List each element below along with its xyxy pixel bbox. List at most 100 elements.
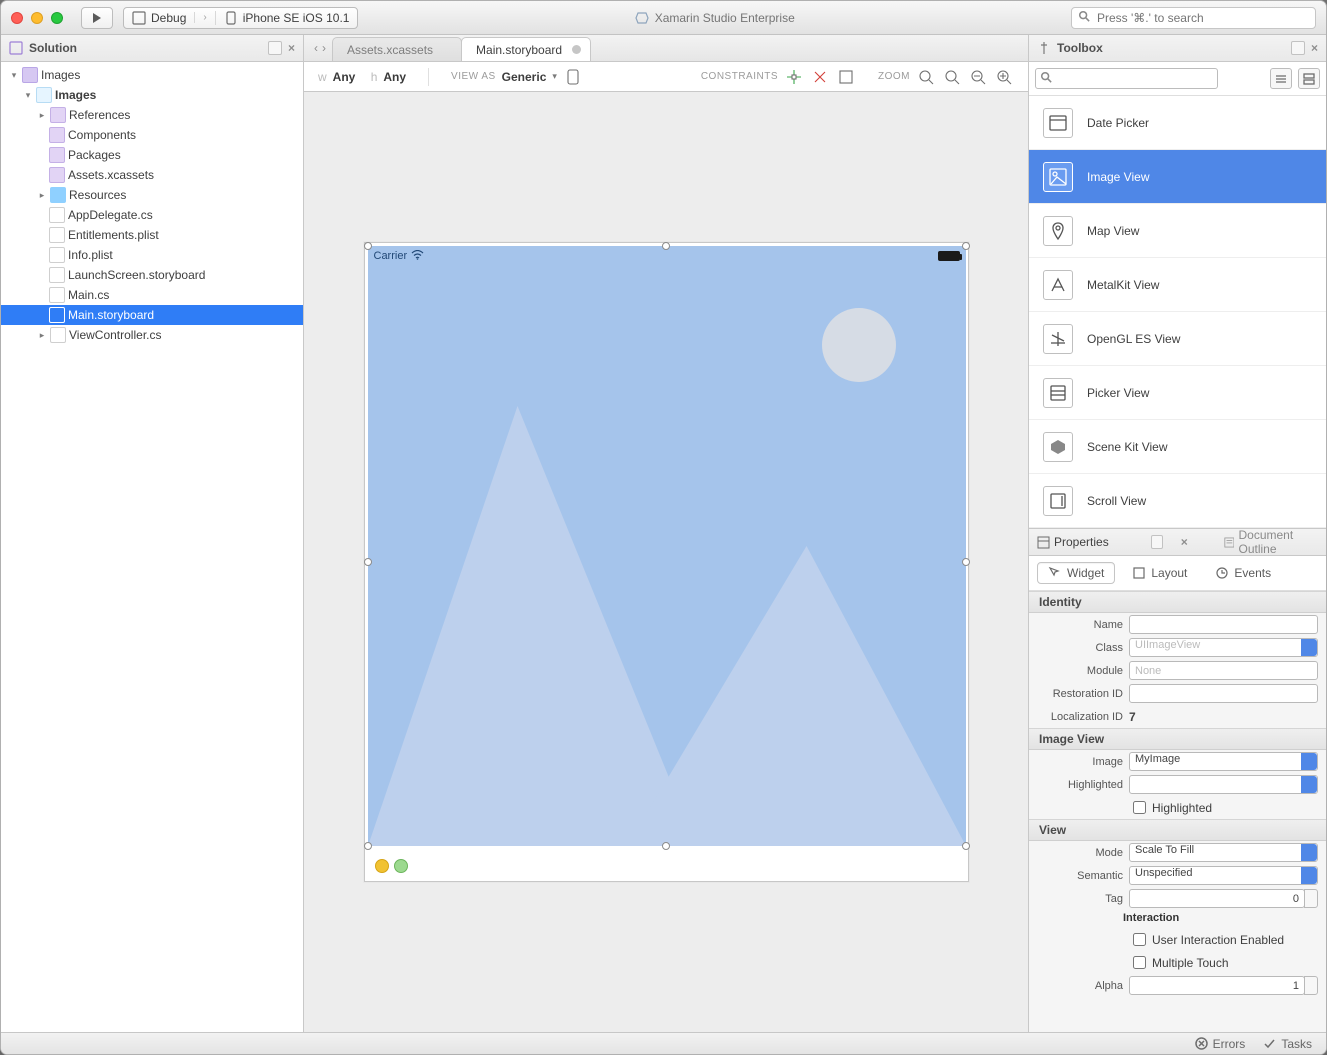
tasks-button[interactable]: Tasks [1263,1037,1312,1051]
tree-project[interactable]: ▾ Images [1,85,303,105]
image-view-section: Image View [1029,728,1326,750]
minimize-window-button[interactable] [31,12,43,24]
image-select[interactable]: MyImage [1129,752,1318,771]
size-class[interactable]: wAny hAny [318,70,406,84]
assets-icon [49,167,65,183]
semantic-select[interactable]: Unspecified [1129,866,1318,885]
mode-select[interactable]: Scale To Fill [1129,843,1318,862]
add-constraints-icon[interactable] [784,67,804,87]
forward-button[interactable]: › [322,41,326,55]
autohide-button[interactable] [1151,535,1163,549]
first-responder-icon[interactable] [375,859,389,873]
class-select[interactable]: UIImageView [1129,638,1318,657]
file-icon [49,207,65,223]
alpha-stepper[interactable] [1304,976,1318,995]
close-pad-button[interactable]: × [1311,41,1318,55]
zoom-in-icon[interactable] [994,67,1014,87]
tree-file[interactable]: Entitlements.plist [1,225,303,245]
close-pad-button[interactable]: × [288,41,295,55]
file-icon [49,307,65,323]
folder-icon [50,187,66,203]
widget-tab[interactable]: Widget [1037,562,1115,584]
tag-stepper[interactable] [1304,889,1318,908]
tree-file[interactable]: LaunchScreen.storyboard [1,265,303,285]
back-button[interactable]: ‹ [314,41,318,55]
tab-assets[interactable]: Assets.xcassets [332,37,462,61]
editor-area: ‹ › Assets.xcassets Main.storyboard wAny… [304,35,1028,1032]
tree-file[interactable]: Main.cs [1,285,303,305]
global-search-input[interactable] [1095,10,1309,26]
toolbox-item-scenekit-view[interactable]: Scene Kit View [1029,420,1326,474]
chevron-down-icon: ▾ [552,71,557,82]
autohide-button[interactable] [268,41,282,55]
toolbox-item-metalkit-view[interactable]: MetalKit View [1029,258,1326,312]
run-configuration[interactable]: Debug › iPhone SE iOS 10.1 [123,7,358,29]
highlighted-checkbox[interactable] [1133,801,1146,814]
solution-node-icon [22,67,38,83]
toolbox-item-scroll-view[interactable]: Scroll View [1029,474,1326,528]
toolbox-search-input[interactable] [1035,68,1218,89]
tree-components[interactable]: Components [1,125,303,145]
tree-solution[interactable]: ▾ Images [1,65,303,85]
tree-file-selected[interactable]: Main.storyboard [1,305,303,325]
localization-id-value: 7 [1129,710,1318,724]
close-pad-button[interactable]: × [1181,535,1188,549]
highlighted-image-select[interactable] [1129,775,1318,794]
frames-icon[interactable] [836,67,856,87]
alpha-input[interactable] [1129,976,1305,995]
tree-file[interactable]: ▸ ViewController.cs [1,325,303,345]
toolbox-item-picker-view[interactable]: Picker View [1029,366,1326,420]
clear-constraints-icon[interactable] [810,67,830,87]
tree-file[interactable]: AppDelegate.cs [1,205,303,225]
zoom-window-button[interactable] [51,12,63,24]
exit-icon[interactable] [394,859,408,873]
view-as-select[interactable]: Generic [502,70,547,84]
designer-canvas[interactable]: Carrier [304,92,1028,1032]
name-input[interactable] [1129,615,1318,634]
run-button[interactable] [81,7,113,29]
tree-references[interactable]: ▸ References [1,105,303,125]
tag-input[interactable] [1129,889,1305,908]
packages-icon [49,147,65,163]
multiple-touch-checkbox[interactable] [1133,956,1146,969]
window-controls [11,12,63,24]
toolbox-group-button[interactable] [1270,68,1292,89]
close-window-button[interactable] [11,12,23,24]
window-title: Xamarin Studio Enterprise [368,11,1061,25]
statusbar: Errors Tasks [1,1032,1326,1054]
autohide-button[interactable] [1291,41,1305,55]
toolbox-item-opengl-view[interactable]: OpenGL ES View [1029,312,1326,366]
bottom-panel-tabs: Properties × Document Outline [1029,529,1326,556]
placeholder-mountains [368,246,966,846]
target-label: iPhone SE iOS 10.1 [243,11,350,25]
toolbox-item-date-picker[interactable]: Date Picker [1029,96,1326,150]
tree-resources[interactable]: ▸ Resources [1,185,303,205]
module-input[interactable] [1129,661,1318,680]
user-interaction-checkbox[interactable] [1133,933,1146,946]
document-outline-tab[interactable]: Document Outline [1224,528,1318,556]
events-tab[interactable]: Events [1204,562,1282,584]
errors-button[interactable]: Errors [1195,1037,1246,1051]
device-canvas[interactable]: Carrier [364,242,969,882]
tree-file[interactable]: Info.plist [1,245,303,265]
zoom-actual-icon[interactable] [942,67,962,87]
tree-assets[interactable]: Assets.xcassets [1,165,303,185]
device-icon [224,11,238,25]
picker-view-icon [1043,378,1073,408]
orientation-icon[interactable] [563,67,583,87]
zoom-out-icon[interactable] [968,67,988,87]
layout-tab[interactable]: Layout [1121,562,1198,584]
toolbox-view-button[interactable] [1298,68,1320,89]
restoration-id-input[interactable] [1129,684,1318,703]
global-search[interactable] [1071,7,1316,29]
tab-storyboard[interactable]: Main.storyboard [461,37,591,61]
solution-title: Solution [29,41,77,55]
close-tab-button[interactable] [572,45,581,54]
toolbox-item-image-view[interactable]: Image View [1029,150,1326,204]
image-view-selection[interactable]: Carrier [368,246,966,846]
properties-tab[interactable]: Properties [1037,535,1109,549]
config-icon [132,11,146,25]
tree-packages[interactable]: Packages [1,145,303,165]
zoom-fit-icon[interactable] [916,67,936,87]
toolbox-item-map-view[interactable]: Map View [1029,204,1326,258]
